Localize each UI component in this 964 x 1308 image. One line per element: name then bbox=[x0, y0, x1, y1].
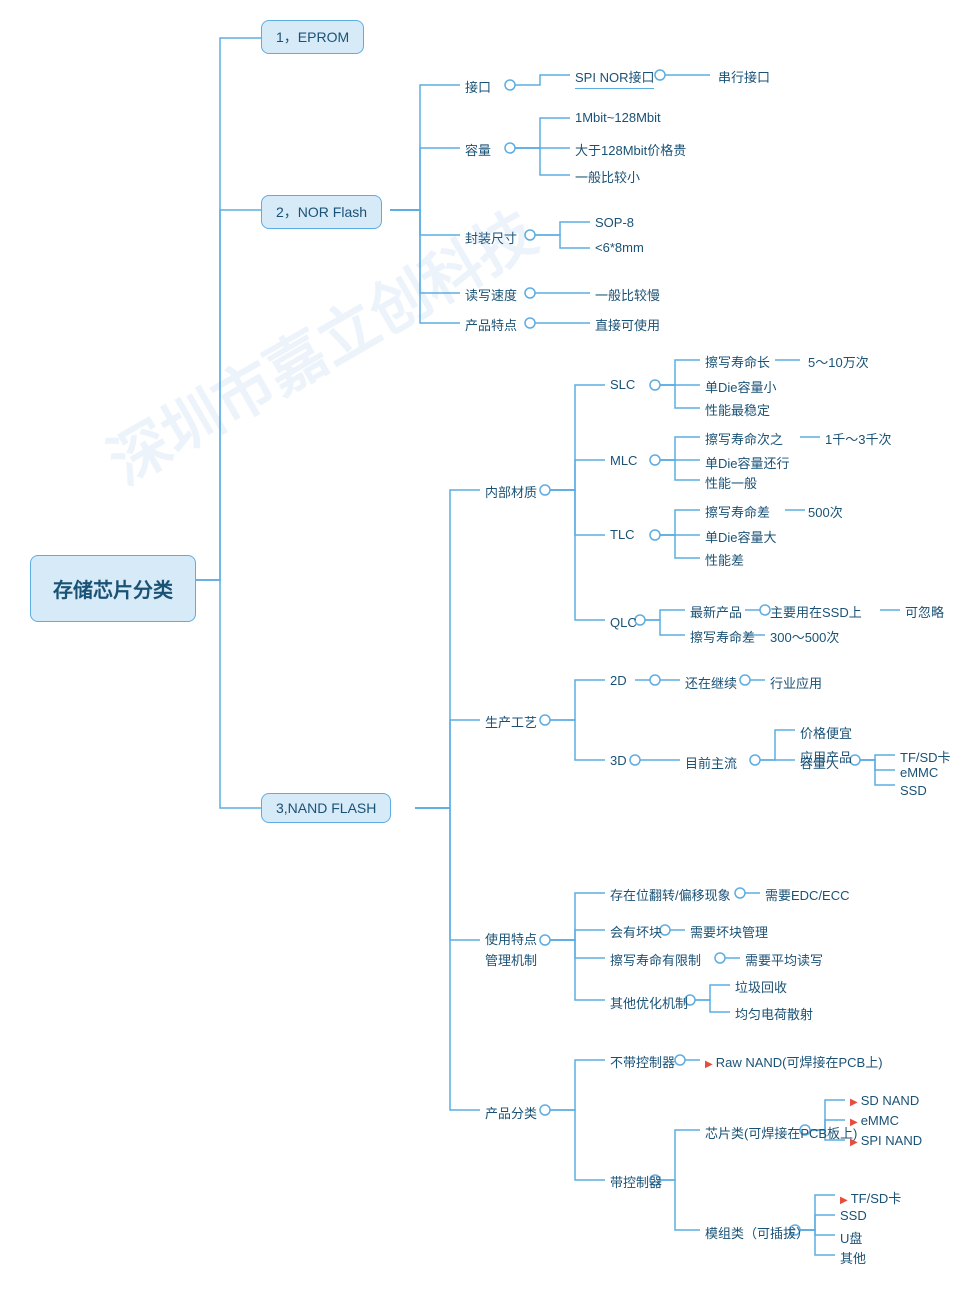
node-module-type: 模组类（可插拔） bbox=[705, 1223, 809, 1242]
node-raw-nand-label: ▶Raw NAND(可焊接在PCB上) bbox=[705, 1052, 883, 1071]
eprom-label: 1，EPROM bbox=[276, 29, 349, 45]
node-tlc-erase: 擦写寿命差 bbox=[705, 502, 770, 521]
node-bad-block-mgmt: 需要坏块管理 bbox=[690, 922, 768, 941]
node-3d: 3D bbox=[610, 753, 627, 768]
node-tlc-perf: 性能差 bbox=[705, 550, 744, 569]
node-nor-flash: 2，NOR Flash bbox=[261, 195, 382, 229]
node-slc: SLC bbox=[610, 377, 635, 392]
node-slc-life: 5～10万次 bbox=[808, 352, 869, 371]
node-gc: 垃圾回收 bbox=[735, 977, 787, 996]
node-bit-flip: 存在位翻转/偏移现象 bbox=[610, 885, 731, 904]
node-wear-level: 需要平均读写 bbox=[745, 950, 823, 969]
node-mlc-erase: 擦写寿命次之 bbox=[705, 429, 783, 448]
node-3d-price: 价格便宜 bbox=[800, 723, 852, 742]
node-slc-die: 单Die容量小 bbox=[705, 377, 777, 396]
nor-flash-label: 2，NOR Flash bbox=[276, 204, 367, 220]
node-tlc-life: 500次 bbox=[808, 502, 843, 521]
connector-lines bbox=[0, 0, 964, 1308]
node-product-feature: 产品特点 bbox=[465, 315, 517, 334]
node-serial: 串行接口 bbox=[718, 67, 770, 86]
node-speed: 读写速度 bbox=[465, 285, 517, 304]
node-app-products: 应用产品 bbox=[800, 747, 852, 766]
node-mlc-life: 1千～3千次 bbox=[825, 429, 891, 448]
node-cap1: 1Mbit~128Mbit bbox=[575, 110, 661, 125]
node-charge-spread: 均匀电荷散射 bbox=[735, 1004, 813, 1023]
node-cap3: 一般比较小 bbox=[575, 167, 640, 186]
node-2d: 2D bbox=[610, 673, 627, 688]
node-speed-val: 一般比较慢 bbox=[595, 285, 660, 304]
node-edc: 需要EDC/ECC bbox=[765, 885, 850, 904]
node-no-ctrl: 不带控制器 bbox=[610, 1052, 675, 1071]
mindmap-container: 存储芯片分类 1，EPROM 2，NOR Flash 接口 SPI NOR接口 … bbox=[0, 0, 964, 1308]
node-size: <6*8mm bbox=[595, 240, 644, 255]
node-qlc-ssd: 主要用在SSD上 bbox=[770, 602, 862, 621]
node-other-opt: 其他优化机制 bbox=[610, 993, 688, 1012]
root-node: 存储芯片分类 bbox=[30, 555, 196, 622]
node-qlc-life: 300～500次 bbox=[770, 627, 839, 646]
node-tf-sd2: ▶TF/SD卡 bbox=[840, 1188, 901, 1207]
node-eprom: 1，EPROM bbox=[261, 20, 364, 54]
node-2d-app: 行业应用 bbox=[770, 673, 822, 692]
node-qlc-new: 最新产品 bbox=[690, 602, 742, 621]
node-qlc-erase: 擦写寿命差 bbox=[690, 627, 755, 646]
node-qlc: QLC bbox=[610, 615, 637, 630]
node-tf-sd: TF/SD卡 bbox=[900, 747, 951, 766]
node-spi-nor: SPI NOR接口 bbox=[575, 67, 654, 89]
node-3d-main: 目前主流 bbox=[685, 753, 737, 772]
node-interface: 接口 bbox=[465, 77, 491, 96]
node-material: 内部材质 bbox=[485, 482, 537, 501]
node-mlc-die: 单Die容量还行 bbox=[705, 453, 790, 472]
node-tlc: TLC bbox=[610, 527, 635, 542]
node-usage: 使用特点管理机制 bbox=[485, 930, 537, 972]
node-tlc-die: 单Die容量大 bbox=[705, 527, 777, 546]
node-sop8: SOP-8 bbox=[595, 215, 634, 230]
nand-flash-label: 3,NAND FLASH bbox=[276, 800, 376, 816]
node-chip-type: 芯片类(可焊接在PCB板上) bbox=[705, 1123, 857, 1142]
node-slc-perf: 性能最稳定 bbox=[705, 400, 770, 419]
node-spi-nand: ▶SPI NAND bbox=[850, 1133, 922, 1148]
node-others: 其他 bbox=[840, 1248, 866, 1267]
node-ssd2: SSD bbox=[840, 1208, 867, 1223]
node-product-class: 产品分类 bbox=[485, 1103, 537, 1122]
node-direct-use: 直接可使用 bbox=[595, 315, 660, 334]
node-mlc: MLC bbox=[610, 453, 637, 468]
root-label: 存储芯片分类 bbox=[53, 580, 173, 602]
node-erase-limit: 擦写寿命有限制 bbox=[610, 950, 701, 969]
node-package: 封装尺寸 bbox=[465, 228, 517, 247]
node-nand-flash: 3,NAND FLASH bbox=[261, 793, 391, 823]
node-mlc-perf: 性能一般 bbox=[705, 473, 757, 492]
node-cap2: 大于128Mbit价格贵 bbox=[575, 140, 686, 159]
node-qlc-ignore: 可忽略 bbox=[905, 602, 944, 621]
node-process: 生产工艺 bbox=[485, 712, 537, 731]
node-udisk: U盘 bbox=[840, 1228, 862, 1247]
node-ssd-app: SSD bbox=[900, 783, 927, 798]
node-emmc: eMMC bbox=[900, 765, 938, 780]
node-emmc2: ▶eMMC bbox=[850, 1113, 899, 1128]
node-2d-status: 还在继续 bbox=[685, 673, 737, 692]
node-capacity: 容量 bbox=[465, 140, 491, 159]
node-with-ctrl: 带控制器 bbox=[610, 1172, 662, 1191]
node-bad-block: 会有坏块 bbox=[610, 922, 662, 941]
node-sd-nand: ▶SD NAND bbox=[850, 1093, 919, 1108]
node-slc-erase: 擦写寿命长 bbox=[705, 352, 770, 371]
